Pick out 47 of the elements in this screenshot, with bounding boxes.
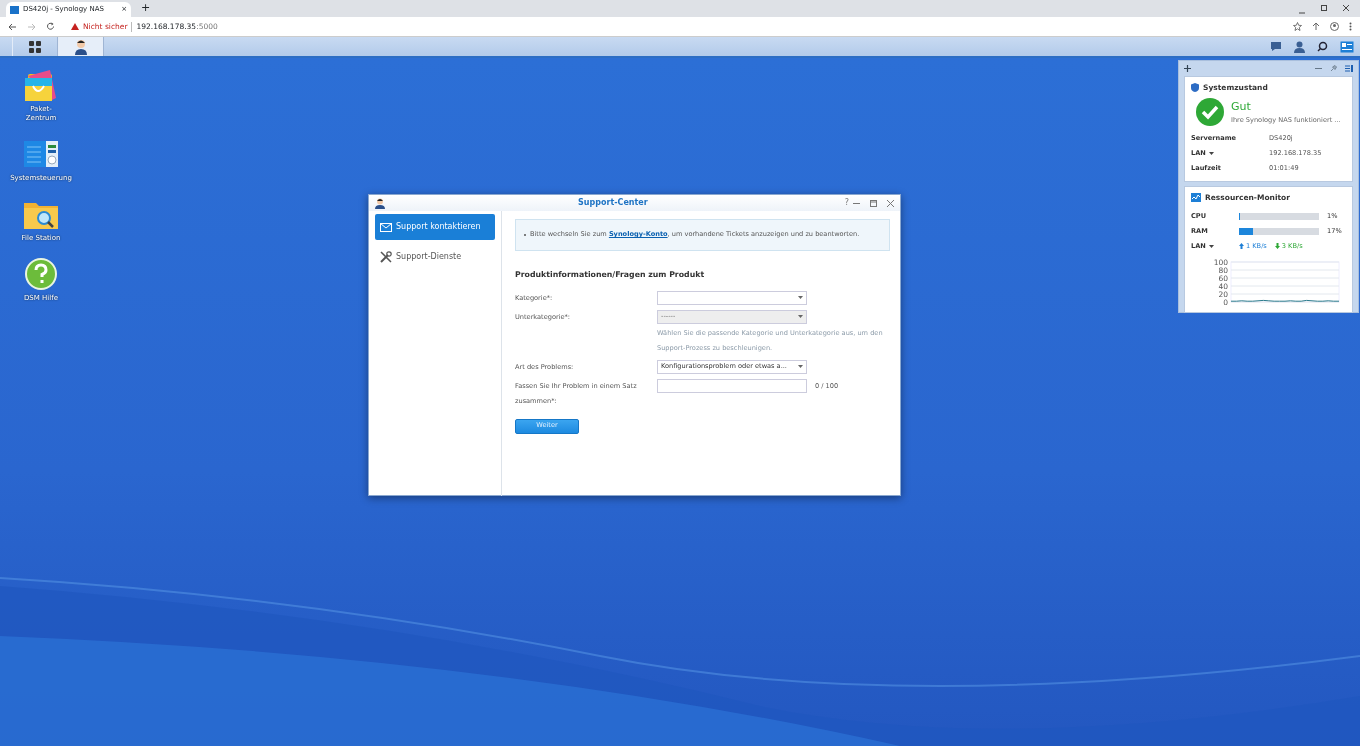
download-arrow-icon: [1274, 243, 1280, 249]
upload-icon[interactable]: [1312, 22, 1320, 31]
new-tab-button[interactable]: +: [141, 0, 151, 16]
pin-icon[interactable]: [1330, 65, 1337, 72]
profile-icon[interactable]: [1330, 22, 1339, 31]
caret-icon: [798, 364, 803, 368]
close-icon[interactable]: [887, 199, 894, 207]
sidebar-item[interactable]: Support-Dienste: [375, 244, 495, 270]
widgets-icon[interactable]: [1340, 40, 1354, 53]
add-icon[interactable]: [1184, 65, 1191, 72]
star-icon[interactable]: [1293, 22, 1302, 31]
user-icon[interactable]: [1294, 40, 1305, 53]
support-center-button[interactable]: [58, 37, 104, 56]
caret-icon[interactable]: [1208, 244, 1214, 248]
minimize-icon[interactable]: [1315, 65, 1322, 72]
chat-icon[interactable]: [1270, 41, 1282, 52]
person-icon: [74, 38, 88, 55]
checkmark-icon: [1195, 97, 1225, 128]
back-icon[interactable]: [8, 22, 17, 31]
warning-icon: [71, 23, 79, 30]
status-text: Gut: [1231, 99, 1252, 116]
menu-icon[interactable]: [1349, 22, 1352, 31]
apps-grid-icon: [29, 40, 41, 53]
support-agent-icon: [375, 197, 385, 209]
window-title: Support-Center: [577, 197, 649, 209]
text-input-field[interactable]: [657, 378, 807, 393]
shopping-bag-icon[interactable]: [23, 68, 59, 102]
collapse-icon[interactable]: [1345, 65, 1353, 72]
caret-icon: [798, 314, 803, 318]
maximize-icon[interactable]: [1320, 4, 1328, 12]
monitor-chart-icon: [1191, 193, 1201, 203]
help-icon[interactable]: [23, 257, 59, 292]
reload-icon[interactable]: [46, 22, 55, 31]
help-button[interactable]: ?: [840, 199, 853, 207]
dropdown-field[interactable]: [657, 290, 807, 305]
envelope-icon: [380, 222, 392, 232]
minimize-icon[interactable]: [1298, 9, 1306, 17]
caret-icon: [798, 295, 803, 299]
shield-icon: [1191, 83, 1199, 93]
close-icon[interactable]: [1342, 4, 1350, 12]
upload-arrow-icon: [1239, 243, 1244, 249]
site-favicon: [10, 5, 19, 14]
sidebar-item[interactable]: Support kontaktieren: [375, 214, 495, 240]
wrench-screwdriver-icon: [380, 251, 392, 263]
caret-icon[interactable]: [1208, 152, 1214, 156]
maximize-icon[interactable]: [870, 199, 877, 207]
search-icon[interactable]: [1317, 41, 1328, 52]
